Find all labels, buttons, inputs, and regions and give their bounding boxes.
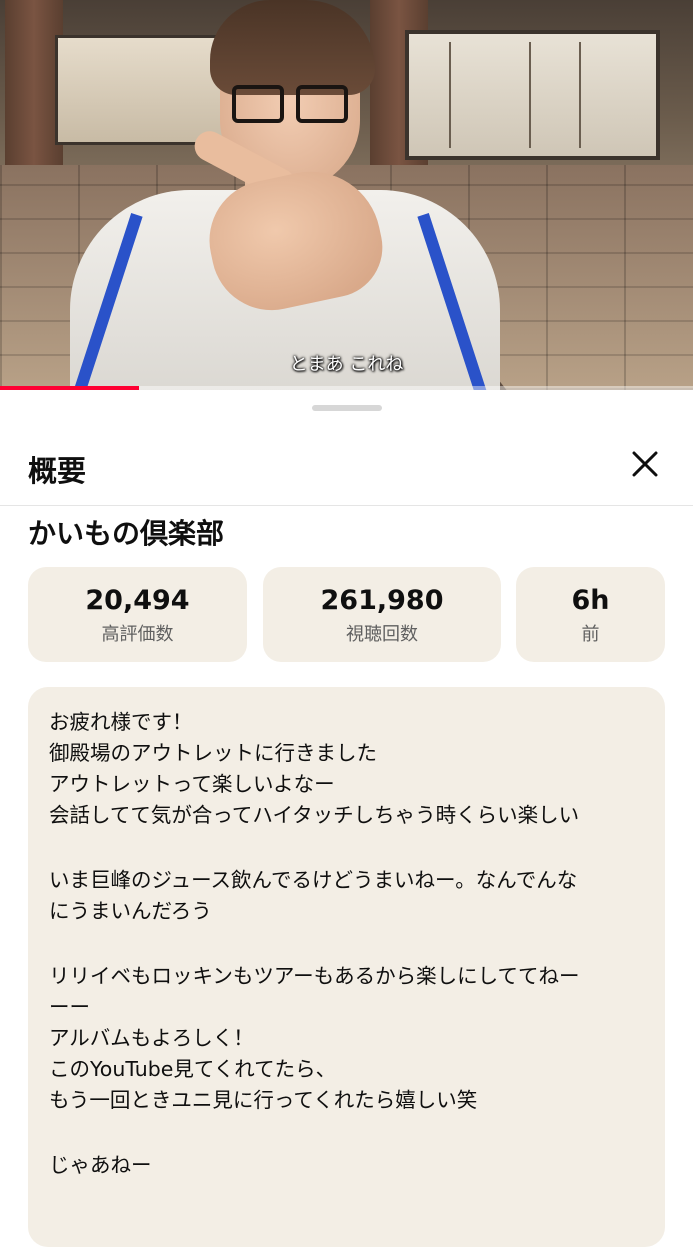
video-player[interactable]: とまあ これね [0,0,693,390]
likes-stat: 20,494 高評価数 [28,567,247,662]
views-count: 261,980 [320,585,444,616]
description-line: 御殿場のアウトレットに行きました [49,741,377,765]
description-line [49,1116,645,1150]
description-line: このYouTube見てくれてたら、 [49,1057,337,1081]
views-label: 視聴回数 [346,624,418,645]
description-line: いま巨峰のジュース飲んでるけどうまいねー。なんでんな [49,868,578,892]
upload-time-label: 前 [581,624,600,645]
description-line: アルバムもよろしく！ [49,1026,254,1050]
description-line: 会話してて気が合ってハイタッチしちゃう時くらい楽しい [49,803,580,827]
likes-label: 高評価数 [101,624,174,645]
description-line: お疲れ様です！ [49,710,193,734]
likes-count: 20,494 [85,585,190,616]
channel-name: かいもの倶楽部 [28,517,225,550]
description-line: アウトレットって楽しいよなー [49,772,335,796]
close-icon [632,451,658,477]
upload-time-value: 6h [571,585,610,616]
views-stat: 261,980 視聴回数 [263,567,501,662]
drag-handle[interactable] [312,405,382,411]
close-button[interactable] [625,444,665,484]
upload-time-stat: 6h 前 [516,567,665,662]
description-line: にうまいんだろう [49,899,212,923]
description-panel: 概要 かいもの倶楽部 20,494 高評価数 261,980 視聴回数 6h 前… [0,390,693,1247]
glasses [232,85,350,125]
description-line [49,831,645,865]
video-person [69,0,500,390]
video-subtitle: とまあ これね [289,354,404,375]
description-line: ーー [49,995,90,1019]
description-line [49,927,645,961]
description-line: もう一回ときユニ見に行ってくれたら嬉しい笑 [49,1088,478,1112]
description-line: じゃあねー [49,1153,152,1177]
panel-header: 概要 [0,430,693,506]
description-body[interactable]: お疲れ様です！ 御殿場のアウトレットに行きました アウトレットって楽しいよなー会話し… [28,687,665,1247]
panel-title: 概要 [28,454,87,488]
description-line: リリイベもロッキンもツアーもあるから楽しにしててねー [49,964,580,988]
